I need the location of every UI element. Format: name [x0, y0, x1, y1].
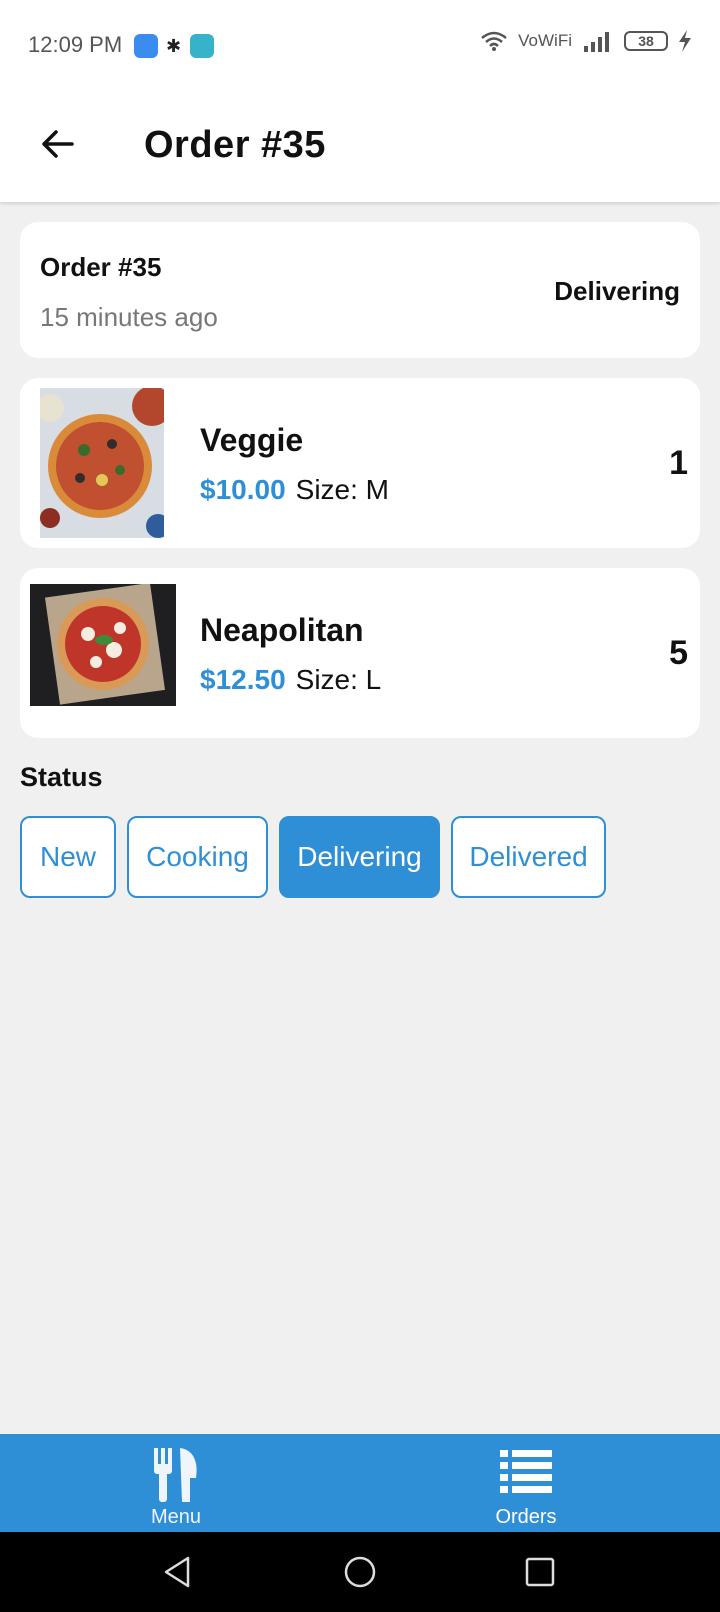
item-details: $12.50 Size: L	[200, 664, 381, 696]
item-name: Neapolitan	[200, 612, 364, 648]
status-chip-new[interactable]: New	[20, 816, 116, 898]
back-triangle-icon[interactable]	[160, 1554, 196, 1590]
fork-knife-icon	[154, 1448, 197, 1502]
order-time-ago: 15 minutes ago	[40, 302, 218, 332]
order-title: Order #35	[40, 252, 162, 282]
bluetooth-icon: ✱	[166, 36, 182, 56]
order-summary-card: Order #35 15 minutes ago Delivering	[20, 222, 700, 358]
battery-icon: 38	[624, 31, 668, 51]
signal-icon	[584, 32, 609, 52]
status-section-label: Status	[20, 762, 103, 792]
item-size: Size: M	[295, 474, 389, 505]
nav-item-menu[interactable]: Menu	[76, 1434, 276, 1532]
item-name: Veggie	[200, 422, 304, 458]
neapolitan-pizza-photo	[30, 584, 176, 706]
wifi-icon	[481, 31, 507, 51]
settings-app-icon	[134, 34, 158, 58]
nav-label-orders: Orders	[495, 1506, 557, 1528]
list-icon	[500, 1450, 552, 1493]
item-details: $10.00 Size: M	[200, 474, 389, 506]
recents-square-icon[interactable]	[522, 1554, 558, 1590]
order-status: Delivering	[554, 276, 680, 306]
bottom-navigation: Menu Orders	[0, 1434, 720, 1532]
system-navigation-bar	[0, 1532, 720, 1612]
item-size: Size: L	[295, 664, 382, 695]
app-bar: Order #35	[0, 92, 720, 202]
item-price: $12.50	[200, 664, 286, 695]
item-price: $10.00	[200, 474, 286, 505]
page-title: Order #35	[144, 124, 326, 166]
status-chip-delivering[interactable]: Delivering	[279, 816, 440, 898]
veggie-pizza-photo	[40, 388, 164, 538]
charging-icon	[679, 30, 691, 52]
order-item-card[interactable]: Veggie $10.00 Size: M 1	[20, 378, 700, 548]
status-time: 12:09 PM	[28, 32, 123, 57]
home-circle-icon[interactable]	[342, 1554, 378, 1590]
status-chip-cooking[interactable]: Cooking	[127, 816, 268, 898]
arrow-left-icon[interactable]	[38, 124, 78, 164]
status-bar: 12:09 PM ✱ VoWiFi 38	[0, 0, 720, 92]
usb-icon	[190, 34, 214, 58]
network-label: VoWiFi	[518, 31, 572, 50]
nav-label-menu: Menu	[150, 1506, 202, 1528]
nav-item-orders[interactable]: Orders	[426, 1434, 626, 1532]
item-quantity: 1	[669, 444, 688, 482]
order-item-card[interactable]: Neapolitan $12.50 Size: L 5	[20, 568, 700, 738]
status-chip-delivered[interactable]: Delivered	[451, 816, 606, 898]
item-quantity: 5	[669, 634, 688, 672]
